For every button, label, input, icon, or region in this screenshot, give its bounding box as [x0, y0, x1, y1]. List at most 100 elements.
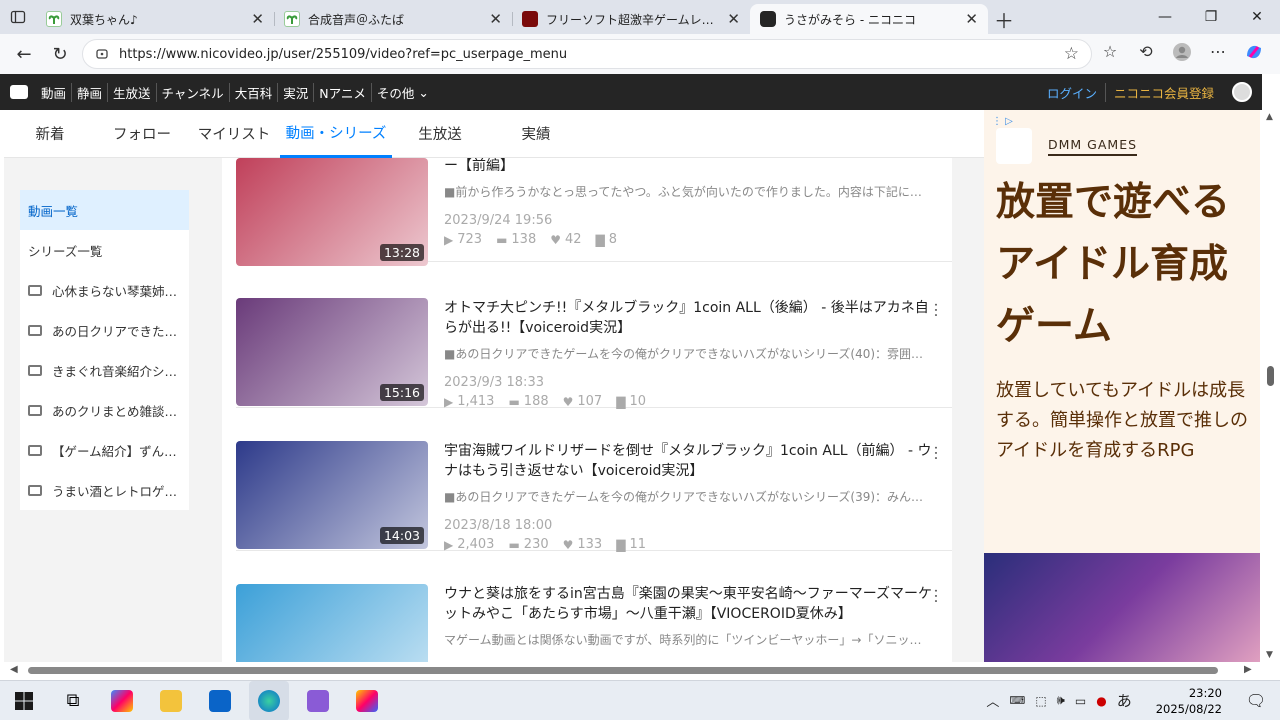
sidebar-series-item[interactable]: 心休まらない琴葉姉妹… [20, 270, 189, 310]
register-link[interactable]: ニコニコ会員登録 [1106, 83, 1222, 102]
more-options-icon[interactable]: ⋯ [927, 302, 946, 318]
favorites-icon[interactable]: ☆ [1092, 42, 1128, 66]
more-menu-icon[interactable]: ⋯ [1200, 42, 1236, 66]
sidebar-series-item[interactable]: きまぐれ音楽紹介シリ… [20, 350, 189, 390]
network-icon[interactable]: ⬚ [1035, 694, 1046, 708]
horizontal-scrollbar[interactable]: ◀ ▶ [0, 662, 1262, 680]
scroll-up-icon[interactable]: ▲ [1266, 112, 1273, 122]
m365-button[interactable] [347, 681, 387, 720]
video-card[interactable]: 15:16 オトマチ大ピンチ!!『メタルブラック』1coin ALL（後編） - … [236, 298, 952, 409]
global-nav-live[interactable]: 生放送 [108, 82, 157, 102]
sidebar-series-item[interactable]: あの日クリアできたゲ… [20, 310, 189, 350]
tab-close-icon[interactable]: ✕ [489, 10, 502, 28]
tab-actions-button[interactable] [0, 0, 36, 34]
comment-icon: ▬ [508, 394, 520, 409]
global-nav-jikkyo[interactable]: 実況 [278, 82, 315, 102]
video-thumbnail[interactable]: 14:03 [236, 441, 428, 549]
global-nav-channel[interactable]: チャンネル [157, 82, 230, 102]
task-view-button[interactable]: ⧉ [53, 681, 93, 720]
ad-banner[interactable]: ⋮ ▷ DMM GAMES 放置で遊べるアイドル育成ゲーム 放置していてもアイド… [984, 110, 1260, 662]
back-button[interactable]: ← [6, 39, 42, 69]
global-nav-seiga[interactable]: 静画 [72, 82, 109, 102]
play-icon: ▶ [444, 537, 454, 552]
tab-new[interactable]: 新着 [4, 110, 96, 158]
notifications-button[interactable]: 🗨 [1236, 681, 1276, 720]
ime-mode-icon[interactable]: ⌨ [1009, 694, 1025, 707]
tab-close-icon[interactable]: ✕ [965, 10, 978, 28]
outlook-button[interactable] [200, 681, 240, 720]
new-tab-button[interactable]: ＋ [988, 4, 1020, 34]
folder-icon: ▇ [595, 232, 605, 247]
global-nav-nanime[interactable]: Nアニメ [314, 82, 372, 102]
video-title[interactable]: あかねとつむぎのパチスロこの曲何曲知ってる？どれがお気に入り？のコーナー【前編】 [444, 158, 934, 176]
user-avatar[interactable] [1232, 82, 1252, 102]
visual-studio-button[interactable] [298, 681, 338, 720]
tab-achievements[interactable]: 実績 [488, 110, 584, 158]
minimize-icon[interactable]: — [1142, 9, 1188, 25]
sidebar-series-item[interactable]: あのクリまとめ雑談… [20, 390, 189, 430]
vertical-scroll-thumb[interactable] [1267, 366, 1274, 386]
reload-button[interactable]: ↻ [42, 39, 78, 69]
restore-icon[interactable]: ❐ [1188, 9, 1234, 25]
global-nav-douga[interactable]: 動画 [36, 82, 73, 102]
tab-close-icon[interactable]: ✕ [727, 10, 740, 28]
video-thumbnail[interactable]: 15:16 [236, 298, 428, 406]
video-title[interactable]: ウナと葵は旅をするin宮古島『楽園の果実～東平安名崎～ファーマーズマーケットみや… [444, 584, 934, 624]
vertical-scrollbar[interactable]: ▲ ▼ [1262, 110, 1280, 662]
security-icon[interactable]: ● [1096, 694, 1106, 708]
global-nav-dic[interactable]: 大百科 [230, 82, 279, 102]
stat-likes: ♥ 107 [563, 394, 603, 409]
volume-icon[interactable]: 🕪 [1057, 693, 1065, 708]
scroll-right-icon[interactable]: ▶ [1244, 664, 1252, 675]
sidebar-series-item[interactable]: 【ゲーム紹介】ずんだ… [20, 430, 189, 470]
video-title[interactable]: オトマチ大ピンチ!!『メタルブラック』1coin ALL（後編） - 後半はアカ… [444, 298, 934, 338]
favorite-star-icon[interactable]: ☆ [1064, 44, 1079, 64]
battery-icon[interactable]: ▭ [1075, 694, 1086, 708]
scroll-left-icon[interactable]: ◀ [10, 664, 18, 675]
scroll-down-icon[interactable]: ▼ [1266, 650, 1273, 660]
tray-overflow-icon[interactable]: ︿ [986, 691, 999, 710]
ad-headline: 放置で遊べるアイドル育成ゲーム [996, 180, 1231, 349]
more-options-icon[interactable]: ⋯ [927, 445, 946, 461]
browser-tab-3[interactable]: フリーソフト超激辛ゲームレビュー ✕ [512, 4, 750, 34]
video-card[interactable]: 13:28 あかねとつむぎのパチスロこの曲何曲知ってる？どれがお気に入り？のコーナ… [236, 158, 952, 266]
video-title[interactable]: 宇宙海賊ワイルドリザードを倒せ『メタルブラック』1coin ALL（前編） - … [444, 441, 934, 481]
video-card[interactable]: 14:03 宇宙海賊ワイルドリザードを倒せ『メタルブラック』1coin ALL（前… [236, 441, 952, 552]
sidebar-series-item[interactable]: うまい酒とレトロゲー… [20, 470, 189, 510]
tab-videos-series[interactable]: 動画・シリーズ [280, 110, 392, 158]
sidebar-series-list[interactable]: シリーズ一覧 [20, 230, 189, 270]
taskbar-clock[interactable]: 23:20 2025/08/22 [1142, 685, 1236, 717]
copilot-icon[interactable] [1236, 42, 1272, 66]
tab-close-icon[interactable]: ✕ [251, 10, 264, 28]
copilot-taskbar-button[interactable] [102, 681, 142, 720]
history-icon[interactable]: ⟲ [1128, 42, 1164, 66]
video-card[interactable]: ウナと葵は旅をするin宮古島『楽園の果実～東平安名崎～ファーマーズマーケットみや… [236, 584, 952, 662]
address-bar[interactable]: https://www.nicovideo.jp/user/255109/vid… [82, 39, 1092, 69]
video-thumbnail[interactable] [236, 584, 428, 662]
file-explorer-button[interactable] [151, 681, 191, 720]
close-window-icon[interactable]: ✕ [1234, 9, 1280, 25]
video-thumbnail[interactable]: 13:28 [236, 158, 428, 266]
login-link[interactable]: ログイン [1039, 82, 1106, 102]
more-options-icon[interactable]: ⋯ [927, 588, 946, 604]
browser-tab-4[interactable]: うさがみそら - ニコニコ ✕ [750, 4, 988, 34]
start-button[interactable] [4, 681, 44, 720]
browser-tab-1[interactable]: 双葉ちゃん♪ ✕ [36, 4, 274, 34]
sidebar-video-list[interactable]: 動画一覧 [20, 190, 189, 230]
profile-icon[interactable] [1164, 42, 1200, 66]
global-nav-more[interactable]: その他 ⌄ [372, 83, 434, 102]
ime-indicator[interactable]: あ [1117, 690, 1132, 711]
niconico-logo-icon[interactable] [10, 85, 28, 99]
tab-mylist[interactable]: マイリスト [188, 110, 280, 158]
tab-live[interactable]: 生放送 [392, 110, 488, 158]
browser-tab-2[interactable]: 合成音声＠ふたば ✕ [274, 4, 512, 34]
site-info-icon[interactable] [95, 47, 109, 61]
horizontal-scroll-thumb[interactable] [28, 667, 1218, 674]
video-duration: 15:16 [379, 384, 424, 401]
edge-button[interactable] [249, 680, 289, 720]
stat-value: 1,413 [457, 394, 495, 409]
stat-mylists: ▇ 8 [596, 232, 618, 247]
ad-choices-icon[interactable]: ⋮ ▷ [992, 116, 1013, 127]
tab-follow[interactable]: フォロー [96, 110, 188, 158]
sidebar-item-label: あのクリまとめ雑談… [52, 403, 178, 419]
